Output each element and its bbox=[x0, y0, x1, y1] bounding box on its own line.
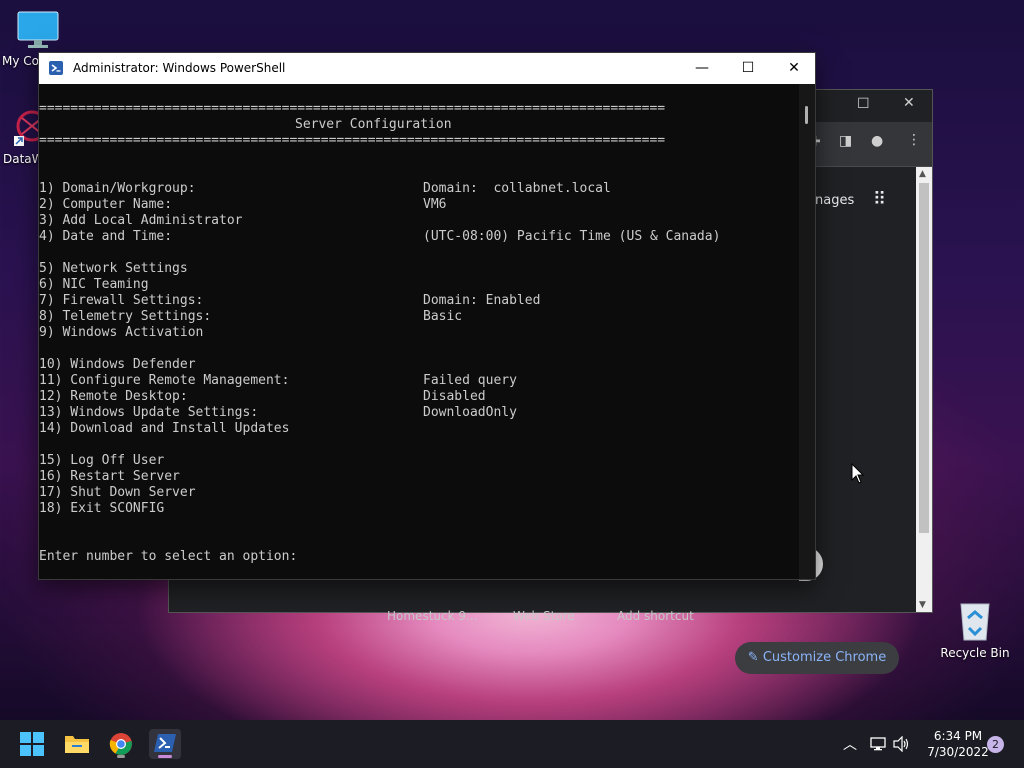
active-indicator bbox=[158, 755, 172, 758]
menu-kebab-icon[interactable]: ⋮ bbox=[907, 132, 921, 148]
pencil-icon: ✎ bbox=[747, 650, 763, 665]
chrome-scrollbar[interactable]: ▲ ▼ bbox=[916, 167, 932, 612]
option-line: 3) Add Local Administrator bbox=[39, 213, 243, 228]
taskbar-powershell[interactable] bbox=[149, 729, 181, 759]
terminal-heading: Server Configuration bbox=[295, 117, 452, 132]
recycle-bin-icon bbox=[960, 603, 990, 641]
powershell-icon bbox=[154, 734, 176, 752]
option-value: DownloadOnly bbox=[423, 405, 517, 420]
terminal-output[interactable]: ========================================… bbox=[39, 84, 815, 579]
chrome-icon bbox=[109, 733, 132, 755]
scroll-down-icon[interactable]: ▼ bbox=[919, 600, 926, 610]
option-line: 12) Remote Desktop: bbox=[39, 389, 188, 404]
taskbar: ︿ bbox=[0, 720, 1024, 768]
network-icon[interactable] bbox=[869, 736, 887, 752]
taskbar-chrome[interactable] bbox=[105, 729, 137, 759]
option-line: 5) Network Settings bbox=[39, 261, 188, 276]
start-button[interactable] bbox=[16, 729, 48, 759]
folder-icon bbox=[65, 736, 89, 753]
powershell-titlebar[interactable]: Administrator: Windows PowerShell — ☐ ✕ bbox=[39, 53, 815, 84]
option-value: Basic bbox=[423, 309, 463, 324]
option-value: Domain: Enabled bbox=[423, 293, 541, 308]
shortcut-label[interactable]: Homestuck 9... bbox=[387, 609, 477, 623]
scroll-up-icon[interactable]: ▲ bbox=[919, 169, 926, 179]
apps-grid-icon[interactable]: ⠿ bbox=[873, 189, 886, 210]
profile-icon[interactable]: ● bbox=[871, 133, 883, 149]
separator-line: ========================================… bbox=[39, 133, 666, 148]
minimize-button[interactable]: — bbox=[679, 53, 725, 84]
images-link[interactable]: nages bbox=[815, 193, 854, 208]
desktop-icon-label: Recycle Bin bbox=[940, 646, 1010, 660]
running-indicator bbox=[117, 755, 125, 758]
mouse-cursor-icon bbox=[851, 463, 865, 484]
option-value: (UTC-08:00) Pacific Time (US & Canada) bbox=[423, 229, 721, 244]
taskbar-clock[interactable]: 6:34 PM 7/30/2022 bbox=[920, 728, 996, 760]
option-line: 13) Windows Update Settings: bbox=[39, 405, 259, 420]
scroll-thumb[interactable] bbox=[805, 106, 808, 124]
option-line: 6) NIC Teaming bbox=[39, 277, 149, 292]
clock-time: 6:34 PM bbox=[933, 729, 983, 743]
option-value: Failed query bbox=[423, 373, 517, 388]
chrome-close-button[interactable]: ✕ bbox=[903, 95, 915, 111]
maximize-button[interactable]: ☐ bbox=[725, 53, 771, 84]
customize-chrome-button[interactable]: ✎ Customize Chrome bbox=[735, 642, 899, 674]
option-line: 18) Exit SCONFIG bbox=[39, 501, 165, 516]
option-line: 14) Download and Install Updates bbox=[39, 421, 290, 436]
taskbar-file-explorer[interactable] bbox=[61, 729, 93, 759]
windows-logo-icon bbox=[20, 732, 44, 756]
option-line: 8) Telemetry Settings: bbox=[39, 309, 212, 324]
chrome-maximize-button[interactable]: ☐ bbox=[857, 96, 870, 112]
powershell-window[interactable]: Administrator: Windows PowerShell — ☐ ✕ … bbox=[38, 52, 816, 580]
chevron-up-icon[interactable]: ︿ bbox=[843, 734, 857, 754]
close-button[interactable]: ✕ bbox=[771, 53, 817, 84]
option-line: 9) Windows Activation bbox=[39, 325, 204, 340]
option-line: 15) Log Off User bbox=[39, 453, 165, 468]
clock-date: 7/30/2022 bbox=[927, 745, 989, 759]
window-title: Administrator: Windows PowerShell bbox=[73, 61, 286, 75]
option-line: 10) Windows Defender bbox=[39, 357, 196, 372]
option-value: Domain: collabnet.local bbox=[423, 181, 611, 196]
option-line: 7) Firewall Settings: bbox=[39, 293, 204, 308]
option-value: VM6 bbox=[423, 197, 447, 212]
shortcut-label[interactable]: Add shortcut bbox=[617, 609, 694, 623]
option-line: 1) Domain/Workgroup: bbox=[39, 181, 196, 196]
option-line: 11) Configure Remote Management: bbox=[39, 373, 290, 388]
powershell-icon bbox=[49, 61, 63, 75]
volume-icon[interactable] bbox=[893, 736, 911, 752]
input-prompt[interactable]: Enter number to select an option: bbox=[39, 549, 297, 565]
option-value: Disabled bbox=[423, 389, 486, 404]
side-panel-icon[interactable]: ◨ bbox=[839, 133, 852, 149]
option-line: 17) Shut Down Server bbox=[39, 485, 196, 500]
desktop-icon-recycle-bin[interactable]: Recycle Bin bbox=[936, 598, 1014, 660]
option-line: 2) Computer Name: bbox=[39, 197, 173, 212]
option-line: 4) Date and Time: bbox=[39, 229, 173, 244]
terminal-scrollbar[interactable] bbox=[799, 84, 815, 579]
separator-line: ========================================… bbox=[39, 101, 666, 116]
monitor-icon bbox=[17, 11, 59, 48]
notification-badge[interactable]: 2 bbox=[987, 736, 1004, 753]
option-line: 16) Restart Server bbox=[39, 469, 180, 484]
shortcut-label[interactable]: Web Store bbox=[513, 609, 575, 623]
scroll-thumb[interactable] bbox=[919, 183, 929, 533]
